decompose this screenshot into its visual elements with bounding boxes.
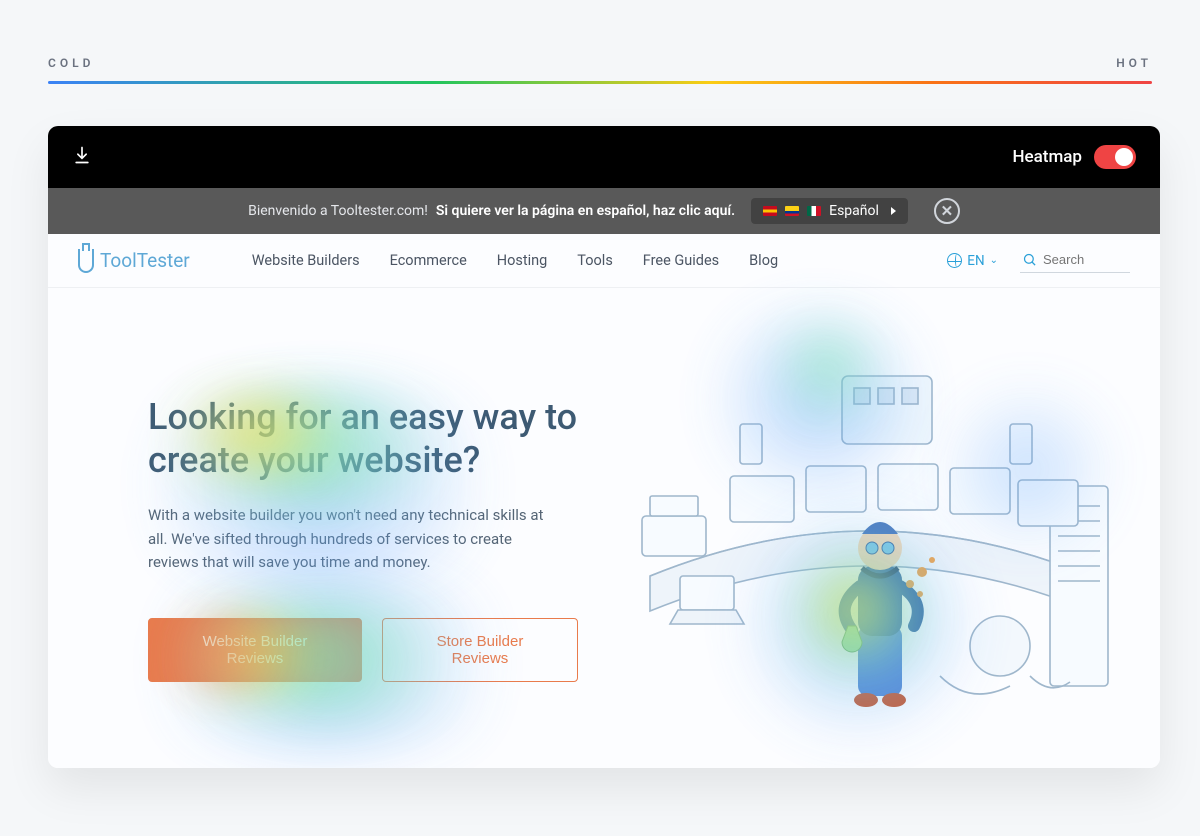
close-banner-button[interactable]: ✕ [934, 198, 960, 224]
nav-item-tools[interactable]: Tools [577, 252, 613, 269]
language-chip[interactable]: Español [751, 198, 908, 224]
nav-language-selector[interactable]: EN ⌄ [947, 253, 998, 269]
workstation-illustration-icon [610, 316, 1130, 736]
cta-store-builder-reviews[interactable]: Store Builder Reviews [382, 618, 578, 682]
legend-gradient-bar [48, 81, 1152, 84]
legend-cold-label: COLD [48, 56, 94, 70]
cta-website-builder-reviews[interactable]: Website Builder Reviews [148, 618, 362, 682]
nav-item-blog[interactable]: Blog [749, 252, 778, 269]
heatmap-toggle-group: Heatmap [1012, 145, 1136, 169]
site-nav: ToolTester Website Builders Ecommerce Ho… [48, 234, 1160, 288]
language-banner: Bienvenido a Tooltester.com! Si quiere v… [48, 188, 1160, 234]
banner-text-bold[interactable]: Si quiere ver la página en español, haz … [436, 203, 735, 219]
flask-icon [78, 249, 94, 273]
nav-item-hosting[interactable]: Hosting [497, 252, 548, 269]
globe-icon [947, 253, 962, 268]
chevron-down-icon: ⌄ [990, 255, 998, 266]
hero-tagline: With a website builder you won't need an… [148, 504, 548, 574]
heatmap-toolbar: Heatmap [48, 126, 1160, 188]
hero-content: Looking for an easy way to create your w… [148, 328, 578, 768]
nav-language-short: EN [967, 253, 984, 269]
nav-item-free-guides[interactable]: Free Guides [643, 252, 719, 269]
heatmap-toggle-switch[interactable] [1094, 145, 1136, 169]
nav-item-ecommerce[interactable]: Ecommerce [390, 252, 467, 269]
site-logo[interactable]: ToolTester [78, 249, 190, 273]
flag-es-icon [763, 206, 777, 216]
hero-illustration [610, 316, 1130, 736]
flag-co-icon [785, 206, 799, 216]
search-icon [1022, 252, 1037, 267]
logo-text-a: Tool [100, 249, 137, 272]
banner-text-plain: Bienvenido a Tooltester.com! [248, 203, 428, 219]
search-box[interactable] [1020, 249, 1130, 273]
heatmap-toggle-label: Heatmap [1012, 147, 1082, 167]
close-icon: ✕ [941, 202, 954, 220]
hero-cta-row: Website Builder Reviews Store Builder Re… [148, 618, 578, 682]
hero: Looking for an easy way to create your w… [48, 288, 1160, 768]
nav-right: EN ⌄ [947, 249, 1130, 273]
logo-text-b: Tester [137, 249, 190, 272]
preview-window: Heatmap Bienvenido a Tooltester.com! Si … [48, 126, 1160, 768]
search-input[interactable] [1043, 252, 1113, 267]
flag-mx-icon [807, 206, 821, 216]
legend-hot-label: HOT [1116, 56, 1152, 70]
triangle-right-icon [891, 207, 896, 215]
nav-items: Website Builders Ecommerce Hosting Tools… [252, 252, 916, 269]
hero-headline: Looking for an easy way to create your w… [148, 396, 578, 482]
nav-item-website-builders[interactable]: Website Builders [252, 252, 360, 269]
download-icon[interactable] [72, 145, 92, 169]
heatmap-legend: COLD HOT [48, 56, 1152, 70]
language-chip-label: Español [829, 203, 879, 219]
